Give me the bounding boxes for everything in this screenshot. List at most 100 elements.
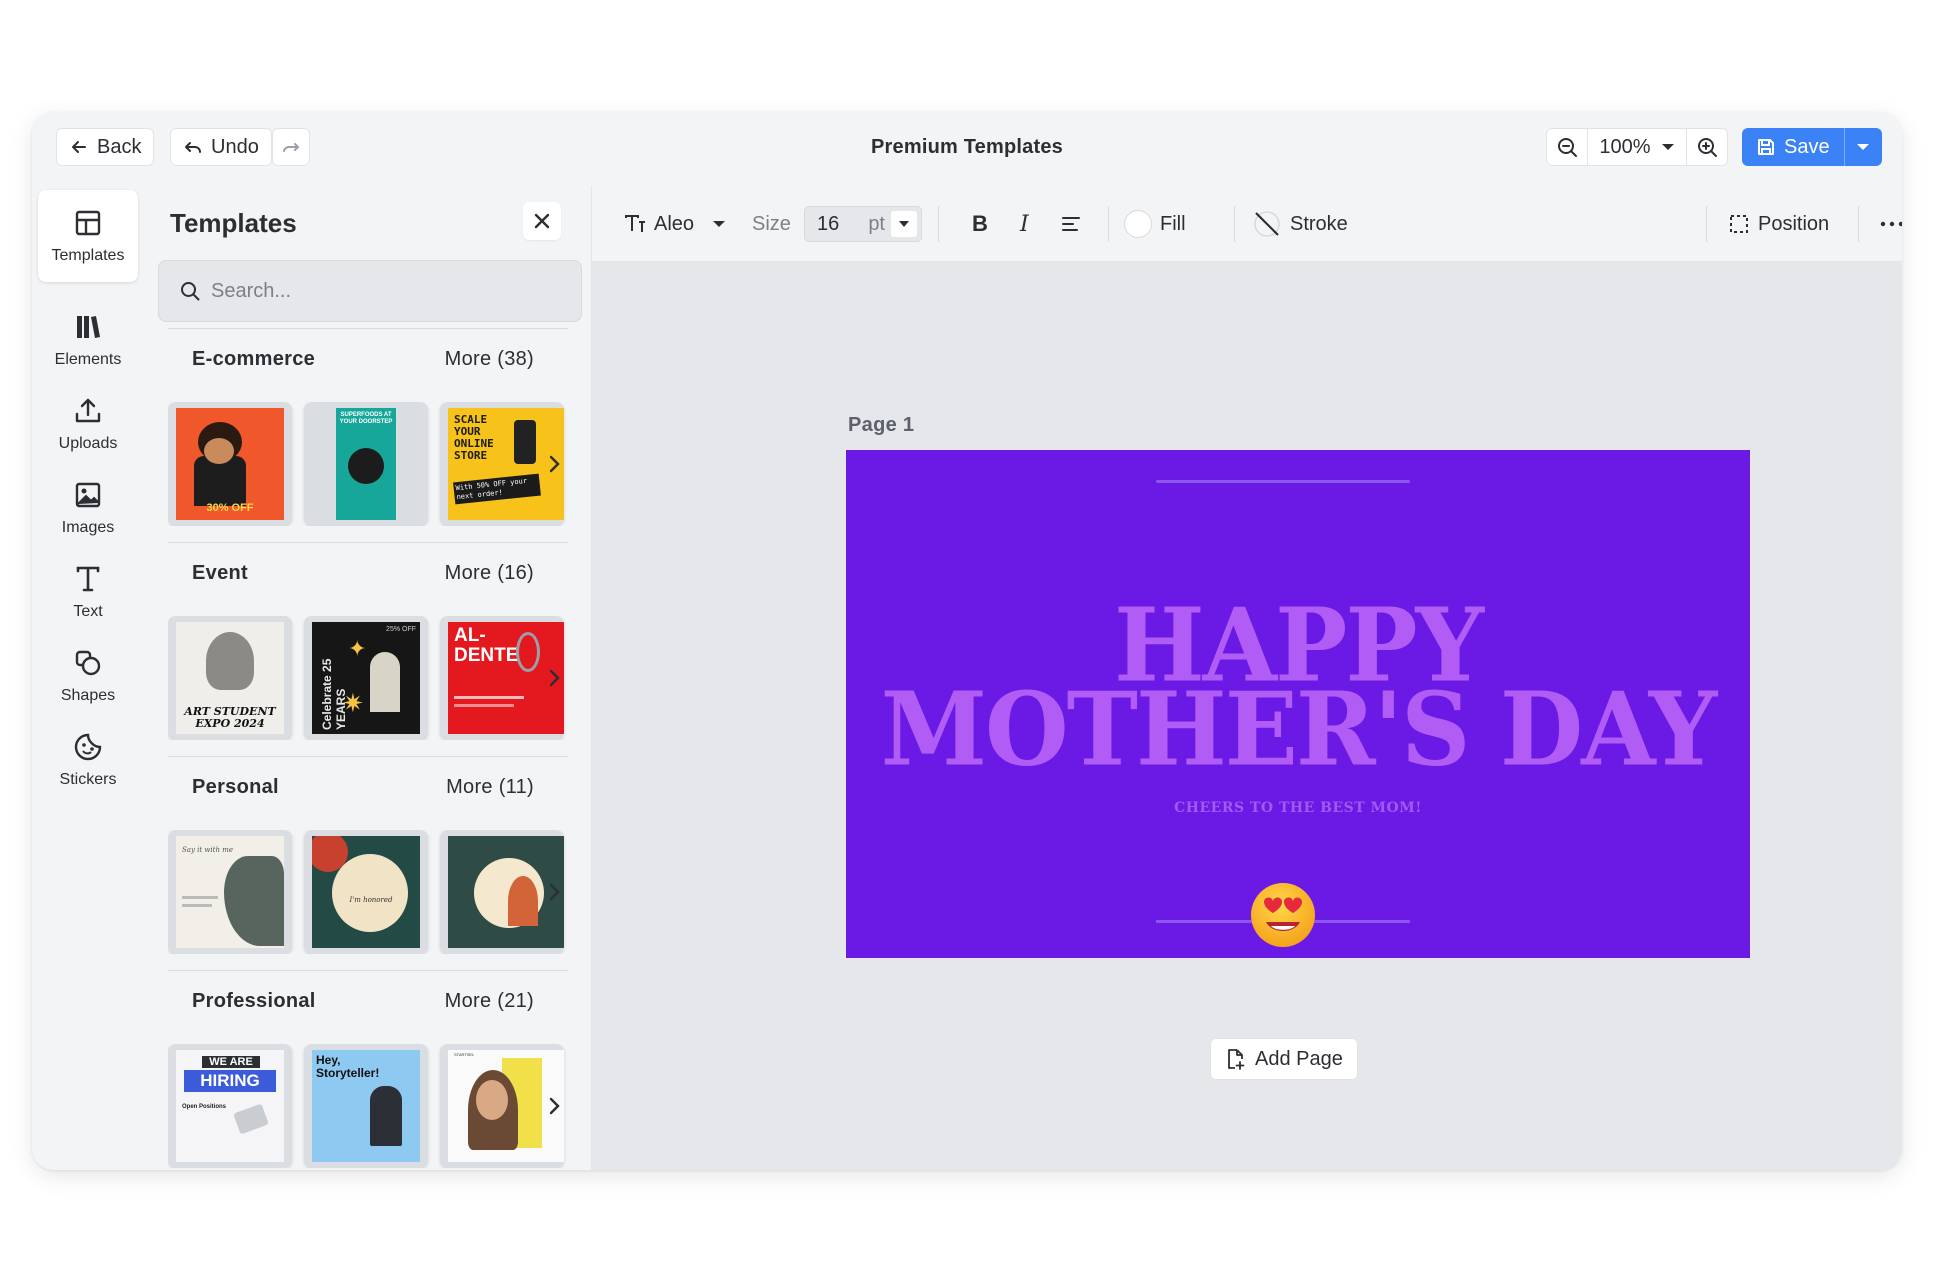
floppy-icon [1758,139,1774,155]
heart-eyes-emoji-icon[interactable] [1244,874,1322,952]
next-arrow[interactable] [542,662,568,694]
more-horizontal-icon [1880,221,1902,227]
chevron-right-icon [549,455,560,473]
add-page-button[interactable]: Add Page [1210,1038,1358,1080]
more-link[interactable]: More (21) [445,990,534,1013]
next-arrow[interactable] [542,1090,568,1122]
rail-item-label: Uploads [58,435,118,452]
more-link[interactable]: More (11) [446,776,534,799]
font-size-input[interactable]: 16 pt [804,206,922,242]
bold-button[interactable]: B [972,186,988,262]
rail-item-label: Elements [54,351,122,368]
fill-label: Fill [1160,212,1186,235]
shapes-icon [75,650,101,676]
headline-line-2[interactable]: MOTHER'S DAY [846,679,1750,781]
caret-down-icon [1857,144,1870,150]
section-event: Event More (16) ART STUDENT EXPO 2024 Ce… [168,542,568,754]
sticker-icon [74,733,102,761]
rail-item-shapes[interactable]: Shapes [38,630,138,722]
more-link[interactable]: More (38) [445,348,534,371]
next-arrow[interactable] [542,876,568,908]
thumb-art: I'm honored [312,836,420,948]
editor-window: Back Undo Premium Templates 100% Save Te… [32,112,1902,1170]
zoom-select[interactable]: 100% [1587,129,1687,165]
size-label: Size [752,212,791,235]
align-button[interactable] [1060,186,1082,262]
font-icon [625,215,645,232]
caret-down-icon [713,221,726,227]
more-link[interactable]: More (16) [445,562,534,585]
save-options-button[interactable] [1843,128,1882,166]
section-name: Event [192,562,248,584]
caret-down-icon [1661,144,1674,150]
fill-button[interactable]: Fill [1124,186,1186,262]
close-icon [534,213,550,229]
save-button[interactable]: Save [1742,128,1844,166]
rail-item-images[interactable]: Images [38,462,138,554]
next-arrow[interactable] [542,448,568,480]
section-name: Professional [192,990,316,1012]
search-input[interactable] [211,279,551,303]
zoom-in-icon [1698,138,1717,157]
more-options-button[interactable] [1880,186,1902,262]
close-panel-button[interactable] [523,202,561,240]
rail-item-label: Templates [51,247,125,264]
thumb-row: ART STUDENT EXPO 2024 Celebrate 25 YEARS… [168,616,568,740]
rail-item-text[interactable]: Text [38,546,138,638]
stroke-none-icon [1254,211,1280,237]
template-thumb[interactable]: Say it with me [168,830,292,954]
template-thumb[interactable]: ART STUDENT EXPO 2024 [168,616,292,740]
image-icon [75,482,101,508]
divider [168,756,568,757]
fill-swatch [1124,210,1152,238]
layout-icon [75,210,101,236]
rail-item-stickers[interactable]: Stickers [38,714,138,806]
left-rail: Templates Elements Uploads Images Text S… [32,186,144,1170]
font-select[interactable]: Aleo [624,186,726,262]
search-icon [181,282,200,301]
save-label: Save [1784,135,1830,158]
thumb-text: 30% OFF [206,502,254,514]
thumb-row: Say it with me I'm honored [168,830,568,954]
font-size-value: 16 [817,212,840,235]
thumb-art: Hey, Storyteller! [312,1050,420,1162]
divider [1706,206,1707,242]
thumb-text: I'm honored [349,896,393,904]
top-bar: Back Undo Premium Templates 100% Save [32,112,1902,186]
add-page-icon [1228,1049,1245,1070]
rail-item-templates[interactable]: Templates [38,190,138,282]
position-button[interactable]: Position [1728,186,1829,262]
template-thumb[interactable]: SUPERFOODS AT YOUR DOORSTEP [304,402,428,526]
thumb-text: Say it with me [182,846,233,854]
zoom-control: 100% [1546,128,1728,166]
template-thumb[interactable]: 30% OFF [168,402,292,526]
rail-item-elements[interactable]: Elements [38,294,138,386]
page-label: Page 1 [848,414,915,436]
section-name: Personal [192,776,279,798]
font-size-dropdown[interactable] [891,211,917,237]
rail-item-label: Text [73,603,103,620]
design-page[interactable]: HAPPY MOTHER'S DAY CHEERS TO THE BEST MO… [846,450,1750,958]
subtitle-text[interactable]: CHEERS TO THE BEST MOM! [846,800,1750,816]
thumb-text: STARTSEL [454,1052,475,1057]
thumb-art: ART STUDENT EXPO 2024 [176,622,284,734]
save-group: Save [1742,128,1882,166]
position-label: Position [1758,212,1830,235]
section-ecommerce: E-commerce More (38) 30% OFF SUPERFOODS … [168,328,568,540]
divider [168,970,568,971]
thumb-text: SUPERFOODS AT YOUR DOORSTEP [339,412,393,425]
template-thumb[interactable]: WE ARE HIRING Open Positions [168,1044,292,1168]
template-thumb[interactable]: I'm honored [304,830,428,954]
thumb-text: WE ARE [202,1056,260,1068]
thumb-art: 30% OFF [176,408,284,520]
divider [1858,206,1859,242]
template-thumb[interactable]: Celebrate 25 YEARS 25% OFF ✦ ✷ [304,616,428,740]
align-left-icon [1062,217,1080,231]
zoom-in-button[interactable] [1687,129,1727,165]
template-thumb[interactable]: Hey, Storyteller! [304,1044,428,1168]
text-toolbar: Aleo Size 16 pt B I Fill Stroke Position [592,186,1902,262]
rail-item-uploads[interactable]: Uploads [38,378,138,470]
stroke-button[interactable]: Stroke [1252,186,1348,262]
italic-button[interactable]: I [1020,186,1029,262]
zoom-out-button[interactable] [1547,129,1587,165]
